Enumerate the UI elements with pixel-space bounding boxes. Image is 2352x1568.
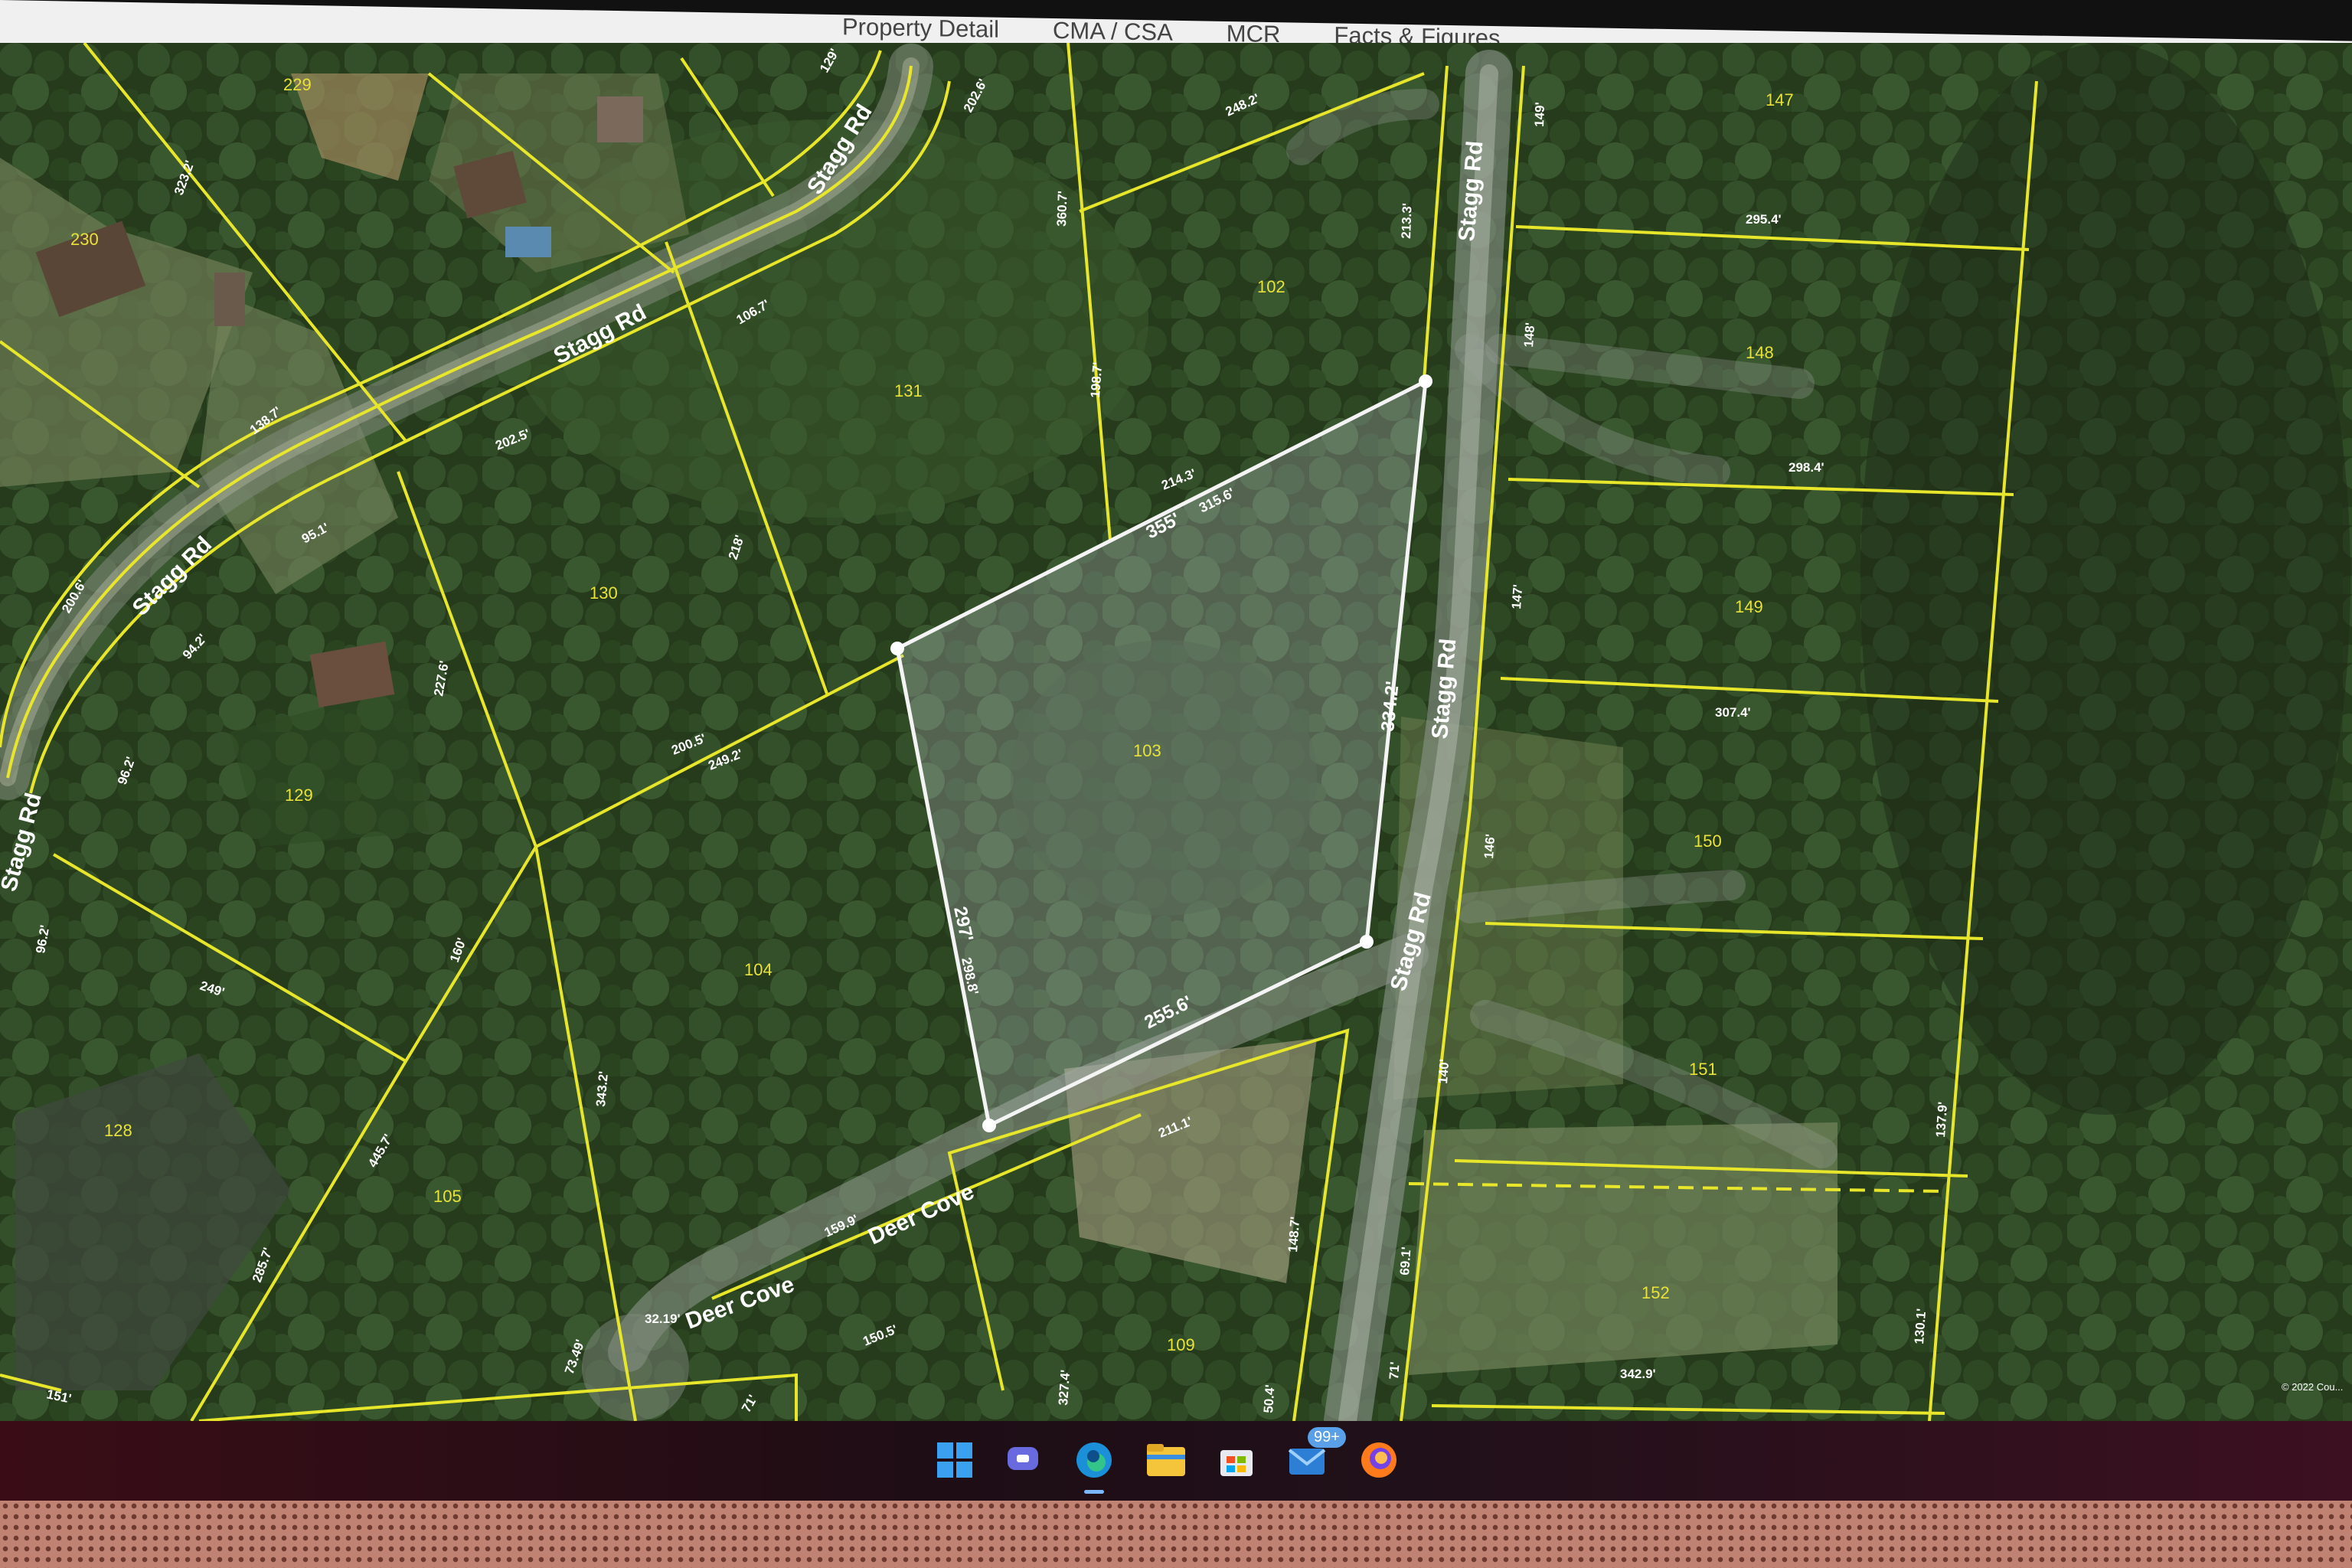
parcel-label: 229 <box>283 75 312 94</box>
svg-text:198.7': 198.7' <box>1088 361 1105 398</box>
firefox-icon[interactable] <box>1357 1438 1401 1482</box>
vertex-handle[interactable] <box>1419 374 1432 388</box>
svg-text:307.4': 307.4' <box>1715 705 1751 720</box>
parcel-label: 151 <box>1689 1060 1717 1079</box>
mail-badge: 99+ <box>1308 1427 1346 1448</box>
parcel-label: 152 <box>1642 1283 1670 1302</box>
parcel-label: 129 <box>285 786 313 805</box>
svg-text:213.3': 213.3' <box>1399 203 1415 239</box>
parcel-label: 150 <box>1694 831 1722 851</box>
svg-text:360.7': 360.7' <box>1054 191 1070 227</box>
edge-browser-icon[interactable] <box>1072 1438 1116 1482</box>
file-explorer-icon[interactable] <box>1144 1438 1188 1482</box>
parcel-label: 103 <box>1133 741 1161 760</box>
svg-text:146': 146' <box>1481 834 1498 860</box>
svg-text:147': 147' <box>1509 584 1525 610</box>
svg-text:148.7': 148.7' <box>1285 1216 1302 1253</box>
parcel-label: 147 <box>1766 90 1794 109</box>
parcel-label: 104 <box>744 960 773 979</box>
svg-text:342.9': 342.9' <box>1620 1367 1656 1381</box>
active-app-indicator <box>1084 1490 1104 1494</box>
svg-text:295.4': 295.4' <box>1746 212 1782 227</box>
svg-text:69.1': 69.1' <box>1397 1246 1414 1276</box>
vertex-handle[interactable] <box>1360 935 1374 949</box>
parcel-label: 131 <box>894 381 923 400</box>
parcel-map[interactable]: Stagg Rd Stagg Rd Stagg Rd Stagg Rd Stag… <box>0 43 2352 1421</box>
vertex-handle[interactable] <box>890 642 904 655</box>
parcel-label: 149 <box>1735 597 1763 616</box>
parcel-label: 130 <box>590 583 618 603</box>
parcel-label: 230 <box>70 230 99 249</box>
windows-start-icon[interactable] <box>933 1438 977 1482</box>
parcel-label: 148 <box>1746 343 1774 362</box>
parcel-label: 105 <box>433 1187 462 1206</box>
monitor-bezel <box>0 1501 2352 1568</box>
svg-text:32.19': 32.19' <box>645 1312 681 1326</box>
svg-text:71': 71' <box>1387 1361 1403 1380</box>
svg-text:298.4': 298.4' <box>1788 460 1824 475</box>
map-copyright: © 2022 Cou... <box>2282 1381 2343 1393</box>
parcel-label: 102 <box>1257 277 1285 296</box>
windows-taskbar: 99+ <box>0 1421 2352 1501</box>
parcel-label: 128 <box>104 1121 132 1140</box>
svg-text:137.9': 137.9' <box>1933 1101 1950 1138</box>
svg-text:148': 148' <box>1521 322 1537 348</box>
svg-text:130.1': 130.1' <box>1912 1308 1929 1344</box>
vertex-handle[interactable] <box>982 1119 996 1132</box>
svg-text:50.4': 50.4' <box>1261 1384 1278 1413</box>
svg-text:327.4': 327.4' <box>1056 1369 1073 1406</box>
svg-text:149': 149' <box>1532 102 1547 127</box>
store-icon[interactable] <box>1214 1438 1259 1482</box>
mail-icon[interactable]: 99+ <box>1286 1427 1346 1482</box>
svg-text:343.2': 343.2' <box>593 1070 611 1107</box>
chat-icon[interactable] <box>1001 1438 1046 1482</box>
svg-text:140': 140' <box>1436 1059 1452 1085</box>
parcel-label: 109 <box>1167 1335 1195 1354</box>
